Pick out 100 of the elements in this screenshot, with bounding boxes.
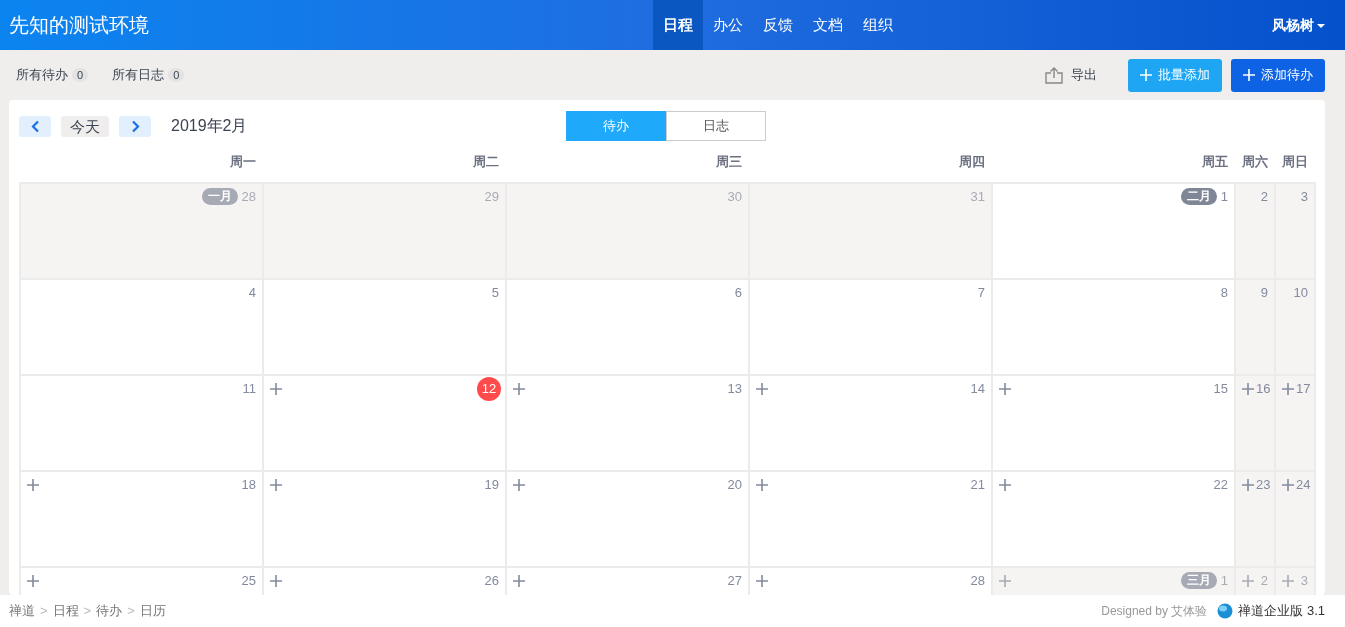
plus-icon	[1242, 382, 1254, 395]
add-todo-button[interactable]	[756, 476, 770, 493]
add-todo-button[interactable]	[1282, 476, 1296, 493]
product-version: 禅道企业版 3.1	[1238, 602, 1325, 621]
view-tab[interactable]: 日志	[665, 111, 766, 141]
globe-icon	[1217, 603, 1234, 619]
add-todo-button[interactable]	[1242, 380, 1256, 397]
day-number: 18	[241, 476, 256, 493]
day-number: 2	[1260, 572, 1268, 589]
add-todo-button[interactable]	[999, 476, 1013, 493]
day-cell[interactable]: 20	[507, 472, 750, 568]
add-todo-button[interactable]	[270, 476, 284, 493]
day-cell[interactable]: 一月 28	[21, 184, 264, 280]
day-cell[interactable]: 3	[1276, 568, 1316, 595]
add-button[interactable]: 添加待办	[1231, 58, 1325, 92]
nav-tab[interactable]: 反馈	[752, 0, 803, 50]
plus-icon	[756, 382, 768, 395]
day-number: 12	[477, 377, 501, 401]
breadcrumb-link[interactable]: 日程	[52, 601, 79, 621]
export-button[interactable]: 导出	[1039, 64, 1103, 86]
day-number: 2	[1260, 188, 1268, 205]
plus-icon	[270, 382, 282, 395]
add-todo-button[interactable]	[1242, 476, 1256, 493]
month-badge: 一月	[201, 188, 238, 205]
add-todo-button[interactable]	[513, 380, 527, 397]
add-todo-button[interactable]	[27, 572, 41, 589]
weekday-header: 周六	[1241, 153, 1269, 172]
day-cell[interactable]: 15	[993, 376, 1236, 472]
add-todo-button[interactable]	[1242, 572, 1256, 589]
day-cell[interactable]: 14	[750, 376, 993, 472]
day-number: 16	[1256, 380, 1271, 397]
month-badge: 三月	[1180, 572, 1217, 589]
breadcrumb-link[interactable]: 禅道	[9, 601, 35, 621]
nav-tab[interactable]: 文档	[802, 0, 853, 50]
add-todo-button[interactable]	[999, 572, 1013, 589]
day-cell[interactable]: 16	[1236, 376, 1276, 472]
day-cell[interactable]: 22	[993, 472, 1236, 568]
breadcrumb-separator: >	[40, 602, 48, 621]
nav-tab[interactable]: 办公	[702, 0, 753, 50]
day-number: 30	[727, 188, 742, 205]
day-cell[interactable]: 2	[1236, 568, 1276, 595]
chevron-right-icon	[130, 119, 140, 133]
user-menu[interactable]: 风杨树	[1266, 13, 1345, 37]
day-cell[interactable]: 6	[507, 280, 750, 376]
day-cell[interactable]: 31	[750, 184, 993, 280]
day-cell[interactable]: 29	[264, 184, 507, 280]
day-number: 7	[977, 284, 985, 301]
day-cell[interactable]: 5	[264, 280, 507, 376]
day-number: 1	[1220, 188, 1228, 205]
add-todo-button[interactable]	[27, 476, 41, 493]
day-cell[interactable]: 10	[1276, 280, 1316, 376]
previous-month-button[interactable]	[19, 115, 51, 137]
plus-icon	[513, 382, 525, 395]
caret-icon	[1317, 23, 1325, 28]
day-cell[interactable]: 3	[1276, 184, 1316, 280]
day-cell[interactable]: 19	[264, 472, 507, 568]
day-cell[interactable]: 13	[507, 376, 750, 472]
day-number: 6	[734, 284, 742, 301]
add-todo-button[interactable]	[1282, 380, 1296, 397]
filter-link[interactable]: 所有日志 0	[112, 65, 185, 85]
day-cell[interactable]: 21	[750, 472, 993, 568]
view-tab[interactable]: 待办	[565, 111, 666, 141]
breadcrumb-link[interactable]: 待办	[96, 601, 123, 621]
day-number: 15	[1213, 380, 1228, 397]
day-cell[interactable]: 24	[1276, 472, 1316, 568]
day-number: 4	[248, 284, 256, 301]
add-todo-button[interactable]	[1282, 572, 1296, 589]
filter-link[interactable]: 所有待办 0	[16, 65, 89, 85]
next-month-button[interactable]	[119, 115, 151, 137]
day-cell[interactable]: 12	[264, 376, 507, 472]
day-cell[interactable]: 三月 1	[993, 568, 1236, 595]
nav-tab[interactable]: 日程	[652, 0, 703, 50]
day-cell[interactable]: 11	[21, 376, 264, 472]
day-cell[interactable]: 7	[750, 280, 993, 376]
breadcrumb-link[interactable]: 日历	[139, 601, 166, 621]
day-cell[interactable]: 2	[1236, 184, 1276, 280]
plus-icon	[513, 574, 525, 587]
day-cell[interactable]: 17	[1276, 376, 1316, 472]
add-todo-button[interactable]	[756, 380, 770, 397]
add-todo-button[interactable]	[513, 572, 527, 589]
add-todo-button[interactable]	[999, 380, 1013, 397]
add-button[interactable]: 批量添加	[1128, 58, 1222, 92]
day-cell[interactable]: 30	[507, 184, 750, 280]
add-todo-button[interactable]	[270, 380, 284, 397]
day-cell[interactable]: 二月 1	[993, 184, 1236, 280]
day-cell[interactable]: 4	[21, 280, 264, 376]
day-number: 21	[970, 476, 985, 493]
nav-tab[interactable]: 组织	[852, 0, 903, 50]
add-todo-button[interactable]	[513, 476, 527, 493]
day-cell[interactable]: 9	[1236, 280, 1276, 376]
add-todo-button[interactable]	[270, 572, 284, 589]
plus-icon	[756, 574, 768, 587]
weekday-header: 周二	[472, 153, 500, 172]
day-cell[interactable]: 18	[21, 472, 264, 568]
today-button[interactable]: 今天	[61, 115, 109, 137]
day-cell[interactable]: 8	[993, 280, 1236, 376]
plus-icon	[513, 478, 525, 491]
add-todo-button[interactable]	[756, 572, 770, 589]
day-number: 8	[1220, 284, 1228, 301]
day-cell[interactable]: 23	[1236, 472, 1276, 568]
